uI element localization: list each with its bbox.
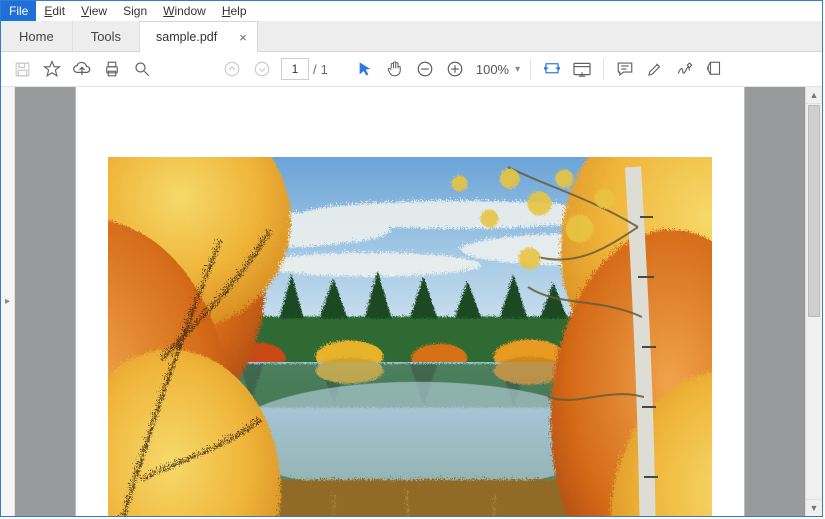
page-number-total: 1 — [321, 62, 328, 77]
fit-width-icon[interactable] — [537, 55, 567, 83]
menu-help[interactable]: Help — [214, 1, 255, 21]
tab-home[interactable]: Home — [1, 21, 73, 51]
sign-icon[interactable] — [670, 55, 700, 83]
cloud-share-icon[interactable] — [67, 55, 97, 83]
selection-icon[interactable] — [350, 55, 380, 83]
menu-sign[interactable]: Sign — [115, 1, 155, 21]
zoom-level[interactable]: 100% — [470, 62, 511, 77]
tab-document[interactable]: sample.pdf × — [140, 21, 258, 52]
menu-file[interactable]: File — [1, 1, 36, 21]
print-icon[interactable] — [97, 55, 127, 83]
page-number: / 1 — [277, 58, 332, 80]
pdf-page — [76, 87, 744, 516]
star-icon[interactable] — [37, 55, 67, 83]
zoom-out-icon[interactable] — [410, 55, 440, 83]
zoom-in-icon[interactable] — [440, 55, 470, 83]
save-icon[interactable] — [7, 55, 37, 83]
hand-tool-icon[interactable] — [380, 55, 410, 83]
page-up-icon[interactable] — [217, 55, 247, 83]
comment-icon[interactable] — [610, 55, 640, 83]
read-mode-icon[interactable] — [567, 55, 597, 83]
page-image — [108, 157, 712, 516]
tab-tools[interactable]: Tools — [73, 21, 140, 51]
toolbar: / 1 100% ▾ — [1, 52, 822, 87]
panel-expand-icon[interactable]: ▸ — [1, 87, 15, 516]
highlight-icon[interactable] — [640, 55, 670, 83]
menu-bar: File Edit View Sign Window Help — [1, 1, 822, 21]
menu-view[interactable]: View — [73, 1, 115, 21]
workspace: ▸ — [1, 87, 822, 516]
scroll-down-icon[interactable]: ▼ — [806, 499, 822, 516]
page-down-icon[interactable] — [247, 55, 277, 83]
menu-window[interactable]: Window — [155, 1, 214, 21]
page-number-sep: / — [313, 62, 317, 77]
scroll-thumb[interactable] — [808, 105, 820, 317]
tab-document-label: sample.pdf — [156, 30, 217, 44]
tab-strip: Home Tools sample.pdf × — [1, 21, 822, 52]
close-tab-button[interactable]: × — [239, 30, 247, 45]
more-tools-icon[interactable] — [700, 55, 730, 83]
zoom-chevron-icon[interactable]: ▾ — [511, 64, 524, 75]
vertical-scrollbar[interactable]: ▲ ▼ — [805, 87, 822, 516]
menu-edit[interactable]: Edit — [36, 1, 73, 21]
page-number-input[interactable] — [281, 58, 309, 80]
find-icon[interactable] — [127, 55, 157, 83]
document-area — [15, 87, 805, 516]
scroll-up-icon[interactable]: ▲ — [806, 87, 822, 104]
